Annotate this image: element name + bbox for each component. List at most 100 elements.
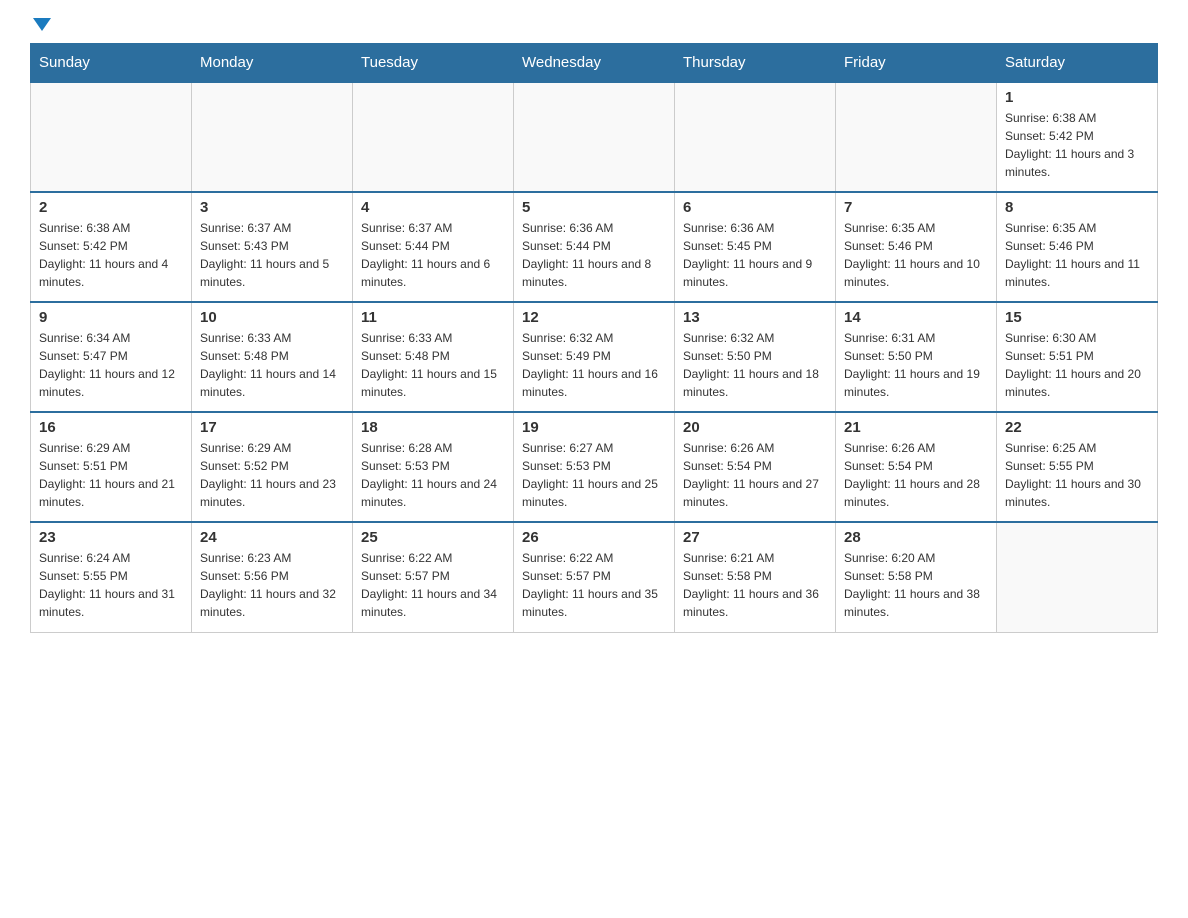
calendar-cell: 28 Sunrise: 6:20 AMSunset: 5:58 PMDayligh… [836,522,997,632]
day-number: 19 [522,419,666,436]
header-sunday: Sunday [31,44,192,83]
header-tuesday: Tuesday [353,44,514,83]
calendar-cell [836,82,997,192]
day-info: Sunrise: 6:31 AMSunset: 5:50 PMDaylight:… [844,329,988,401]
day-info: Sunrise: 6:35 AMSunset: 5:46 PMDaylight:… [844,219,988,291]
calendar-week-1: 1 Sunrise: 6:38 AMSunset: 5:42 PMDaylight… [31,82,1158,192]
day-number: 4 [361,199,505,216]
header-thursday: Thursday [675,44,836,83]
day-info: Sunrise: 6:38 AMSunset: 5:42 PMDaylight:… [1005,109,1149,181]
calendar-cell [31,82,192,192]
logo [30,20,51,33]
day-info: Sunrise: 6:26 AMSunset: 5:54 PMDaylight:… [844,439,988,511]
day-info: Sunrise: 6:34 AMSunset: 5:47 PMDaylight:… [39,329,183,401]
day-info: Sunrise: 6:23 AMSunset: 5:56 PMDaylight:… [200,549,344,621]
day-number: 13 [683,309,827,326]
day-info: Sunrise: 6:21 AMSunset: 5:58 PMDaylight:… [683,549,827,621]
calendar-cell: 18 Sunrise: 6:28 AMSunset: 5:53 PMDayligh… [353,412,514,522]
calendar-cell: 12 Sunrise: 6:32 AMSunset: 5:49 PMDayligh… [514,302,675,412]
calendar-cell: 6 Sunrise: 6:36 AMSunset: 5:45 PMDaylight… [675,192,836,302]
calendar-cell: 20 Sunrise: 6:26 AMSunset: 5:54 PMDayligh… [675,412,836,522]
day-info: Sunrise: 6:37 AMSunset: 5:43 PMDaylight:… [200,219,344,291]
day-number: 18 [361,419,505,436]
day-info: Sunrise: 6:28 AMSunset: 5:53 PMDaylight:… [361,439,505,511]
day-info: Sunrise: 6:38 AMSunset: 5:42 PMDaylight:… [39,219,183,291]
day-number: 6 [683,199,827,216]
day-number: 16 [39,419,183,436]
calendar-cell: 17Sunrise: 6:29 AMSunset: 5:52 PMDayligh… [192,412,353,522]
day-info: Sunrise: 6:22 AMSunset: 5:57 PMDaylight:… [361,549,505,621]
calendar-cell: 26 Sunrise: 6:22 AMSunset: 5:57 PMDayligh… [514,522,675,632]
calendar-cell: 19 Sunrise: 6:27 AMSunset: 5:53 PMDayligh… [514,412,675,522]
day-number: 24 [200,529,344,546]
day-info: Sunrise: 6:30 AMSunset: 5:51 PMDaylight:… [1005,329,1149,401]
logo-triangle-icon [33,18,51,31]
calendar-cell: 10 Sunrise: 6:33 AMSunset: 5:48 PMDayligh… [192,302,353,412]
day-info: Sunrise: 6:36 AMSunset: 5:44 PMDaylight:… [522,219,666,291]
day-number: 21 [844,419,988,436]
day-number: 17 [200,419,344,436]
calendar-cell [192,82,353,192]
day-number: 5 [522,199,666,216]
day-number: 28 [844,529,988,546]
calendar-cell: 22Sunrise: 6:25 AMSunset: 5:55 PMDayligh… [997,412,1158,522]
calendar-header-row: SundayMondayTuesdayWednesdayThursdayFrid… [31,44,1158,83]
day-number: 9 [39,309,183,326]
calendar-cell [997,522,1158,632]
day-number: 15 [1005,309,1149,326]
calendar-cell: 11 Sunrise: 6:33 AMSunset: 5:48 PMDayligh… [353,302,514,412]
calendar-cell: 21 Sunrise: 6:26 AMSunset: 5:54 PMDayligh… [836,412,997,522]
calendar-cell: 24 Sunrise: 6:23 AMSunset: 5:56 PMDayligh… [192,522,353,632]
header-saturday: Saturday [997,44,1158,83]
day-number: 22 [1005,419,1149,436]
calendar-cell: 3Sunrise: 6:37 AMSunset: 5:43 PMDaylight… [192,192,353,302]
day-info: Sunrise: 6:20 AMSunset: 5:58 PMDaylight:… [844,549,988,621]
header-wednesday: Wednesday [514,44,675,83]
day-number: 11 [361,309,505,326]
day-number: 7 [844,199,988,216]
day-info: Sunrise: 6:29 AMSunset: 5:51 PMDaylight:… [39,439,183,511]
calendar-cell: 5 Sunrise: 6:36 AMSunset: 5:44 PMDaylight… [514,192,675,302]
day-info: Sunrise: 6:33 AMSunset: 5:48 PMDaylight:… [361,329,505,401]
day-info: Sunrise: 6:33 AMSunset: 5:48 PMDaylight:… [200,329,344,401]
day-number: 23 [39,529,183,546]
day-number: 8 [1005,199,1149,216]
day-number: 10 [200,309,344,326]
calendar-cell: 4 Sunrise: 6:37 AMSunset: 5:44 PMDaylight… [353,192,514,302]
day-info: Sunrise: 6:37 AMSunset: 5:44 PMDaylight:… [361,219,505,291]
header-friday: Friday [836,44,997,83]
day-info: Sunrise: 6:22 AMSunset: 5:57 PMDaylight:… [522,549,666,621]
day-info: Sunrise: 6:32 AMSunset: 5:50 PMDaylight:… [683,329,827,401]
day-number: 20 [683,419,827,436]
calendar-cell: 25 Sunrise: 6:22 AMSunset: 5:57 PMDayligh… [353,522,514,632]
calendar-table: SundayMondayTuesdayWednesdayThursdayFrid… [30,43,1158,633]
day-info: Sunrise: 6:32 AMSunset: 5:49 PMDaylight:… [522,329,666,401]
calendar-cell: 8 Sunrise: 6:35 AMSunset: 5:46 PMDaylight… [997,192,1158,302]
day-number: 12 [522,309,666,326]
day-info: Sunrise: 6:26 AMSunset: 5:54 PMDaylight:… [683,439,827,511]
day-info: Sunrise: 6:36 AMSunset: 5:45 PMDaylight:… [683,219,827,291]
calendar-cell: 23Sunrise: 6:24 AMSunset: 5:55 PMDayligh… [31,522,192,632]
calendar-cell: 14Sunrise: 6:31 AMSunset: 5:50 PMDayligh… [836,302,997,412]
page-header [30,20,1158,33]
day-number: 27 [683,529,827,546]
day-number: 1 [1005,89,1149,106]
calendar-cell [675,82,836,192]
header-monday: Monday [192,44,353,83]
calendar-cell: 9 Sunrise: 6:34 AMSunset: 5:47 PMDaylight… [31,302,192,412]
calendar-week-4: 16 Sunrise: 6:29 AMSunset: 5:51 PMDayligh… [31,412,1158,522]
day-number: 25 [361,529,505,546]
day-number: 26 [522,529,666,546]
calendar-cell: 7 Sunrise: 6:35 AMSunset: 5:46 PMDaylight… [836,192,997,302]
day-info: Sunrise: 6:35 AMSunset: 5:46 PMDaylight:… [1005,219,1149,291]
day-number: 2 [39,199,183,216]
calendar-cell: 27 Sunrise: 6:21 AMSunset: 5:58 PMDayligh… [675,522,836,632]
calendar-cell: 13 Sunrise: 6:32 AMSunset: 5:50 PMDayligh… [675,302,836,412]
day-info: Sunrise: 6:27 AMSunset: 5:53 PMDaylight:… [522,439,666,511]
calendar-cell: 1 Sunrise: 6:38 AMSunset: 5:42 PMDaylight… [997,82,1158,192]
calendar-week-3: 9 Sunrise: 6:34 AMSunset: 5:47 PMDaylight… [31,302,1158,412]
calendar-cell: 2 Sunrise: 6:38 AMSunset: 5:42 PMDaylight… [31,192,192,302]
calendar-cell: 15 Sunrise: 6:30 AMSunset: 5:51 PMDayligh… [997,302,1158,412]
calendar-week-2: 2 Sunrise: 6:38 AMSunset: 5:42 PMDaylight… [31,192,1158,302]
calendar-cell [353,82,514,192]
